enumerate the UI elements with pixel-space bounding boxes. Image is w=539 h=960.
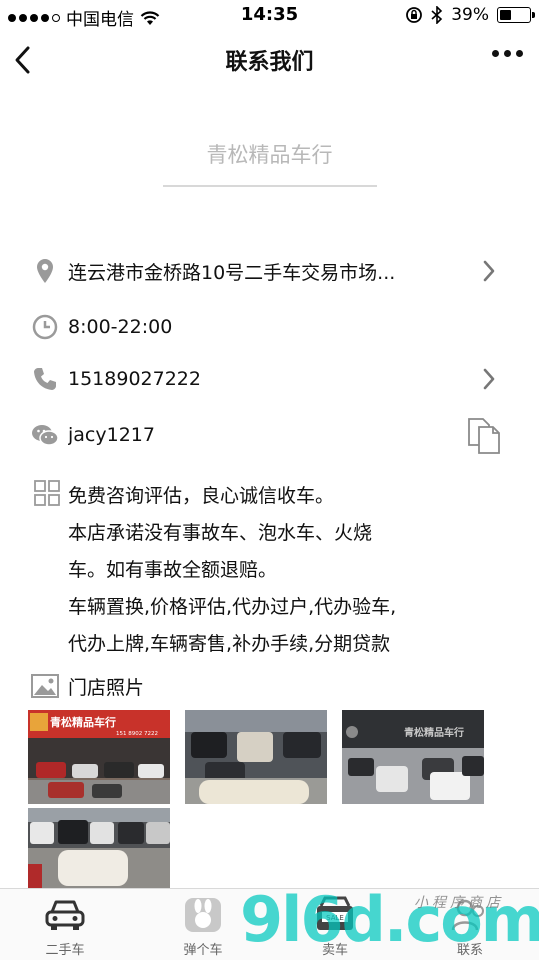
store-photo-2[interactable] xyxy=(185,710,327,804)
location-pin-icon xyxy=(30,256,60,286)
phone-text: 15189027222 xyxy=(68,368,201,390)
photo-sign-text: 青松精品车行 xyxy=(404,726,464,739)
tab-label: 弹个车 xyxy=(183,943,223,958)
battery-percent: 39% xyxy=(451,5,489,25)
hours-row: 8:00-22:00 xyxy=(30,312,510,342)
store-description: 免费咨询评估，良心诚信收车。 本店承诺没有事故车、泡水车、火烧 车。如有事故全额… xyxy=(68,485,397,655)
wechat-text: jacy1217 xyxy=(68,424,155,446)
phone-row[interactable]: 15189027222 xyxy=(30,364,510,394)
store-name: 青松精品车行 xyxy=(206,143,333,167)
back-button[interactable] xyxy=(10,40,42,80)
store-photo-3[interactable]: 青松精品车行 xyxy=(342,710,484,804)
battery-icon xyxy=(497,7,535,23)
chevron-right-icon xyxy=(483,368,495,390)
status-right: 39% xyxy=(405,5,535,25)
navigation-bar: 联系我们 xyxy=(0,32,539,88)
page-title: 联系我们 xyxy=(225,50,314,75)
tab-sell-car[interactable]: SALE 卖车 xyxy=(290,895,380,958)
photo-sign-text: 青松精品车行 xyxy=(50,715,116,729)
grid-icon xyxy=(34,480,60,506)
tab-label: 联系 xyxy=(456,943,483,958)
hours-text: 8:00-22:00 xyxy=(68,316,173,338)
copy-icon[interactable] xyxy=(466,416,502,456)
bluetooth-icon xyxy=(431,6,443,24)
svg-text:SALE: SALE xyxy=(326,914,344,922)
contact-icon xyxy=(448,895,492,935)
sale-icon: SALE xyxy=(313,895,357,935)
store-name-divider xyxy=(163,185,377,187)
address-row[interactable]: 连云港市金桥路10号二手车交易市场... xyxy=(30,256,510,286)
more-dot xyxy=(516,50,523,57)
wechat-icon xyxy=(30,420,60,450)
phone-icon xyxy=(30,364,60,394)
image-icon xyxy=(30,671,60,701)
store-photo-4[interactable] xyxy=(28,808,170,890)
tab-contact[interactable]: 联系 xyxy=(425,895,515,958)
tab-tange-car[interactable]: 弹个车 xyxy=(158,895,248,958)
photo-sign-phone: 151 8902 7222 xyxy=(116,731,158,737)
tab-used-cars[interactable]: 二手车 xyxy=(20,895,110,958)
status-bar: 中国电信 14:35 39% xyxy=(0,0,539,32)
clock-icon xyxy=(30,312,60,342)
chevron-left-icon xyxy=(15,46,30,74)
tab-label: 卖车 xyxy=(321,943,348,958)
more-dot xyxy=(492,50,499,57)
photos-label: 门店照片 xyxy=(68,676,145,699)
rotation-lock-icon xyxy=(406,7,423,23)
wechat-row: jacy1217 xyxy=(30,418,510,454)
tab-label: 二手车 xyxy=(45,943,85,958)
rabbit-icon xyxy=(181,895,225,935)
store-photo-1[interactable]: 青松精品车行 151 8902 7222 xyxy=(28,710,170,804)
chevron-right-icon xyxy=(483,260,495,282)
address-text: 连云港市金桥路10号二手车交易市场... xyxy=(68,261,396,284)
car-icon xyxy=(43,895,87,935)
more-dot xyxy=(504,50,511,57)
more-button[interactable] xyxy=(492,50,523,57)
tab-bar: 二手车 弹个车 SALE 卖车 联系 xyxy=(0,888,539,960)
photos-header: 门店照片 xyxy=(30,671,144,701)
